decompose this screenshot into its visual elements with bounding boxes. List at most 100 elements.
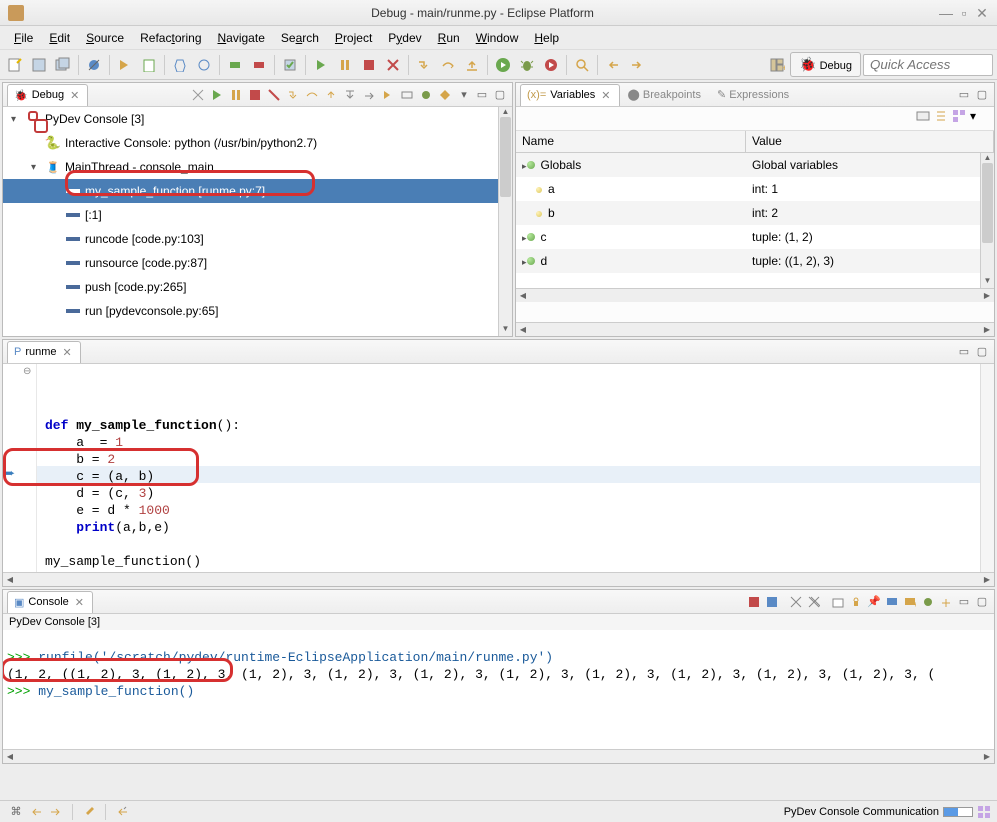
variable-row[interactable]: ▸ctuple: (1, 2) bbox=[516, 225, 994, 249]
dbg-suspend-button[interactable] bbox=[227, 86, 245, 104]
manage-exceptions-button[interactable] bbox=[169, 54, 191, 76]
pin-console-button[interactable]: 📌 bbox=[866, 594, 882, 610]
maximize-button[interactable]: ▫ bbox=[957, 6, 971, 20]
property-traces-button[interactable] bbox=[193, 54, 215, 76]
use-step-filters-button[interactable] bbox=[360, 86, 378, 104]
dbg-step-into-button[interactable] bbox=[284, 86, 302, 104]
scroll-left-icon[interactable]: ◀ bbox=[3, 573, 17, 586]
scroll-right-icon[interactable]: ▶ bbox=[980, 323, 994, 336]
menu-project[interactable]: Project bbox=[327, 28, 380, 48]
maximize-view-button[interactable]: ▢ bbox=[974, 594, 990, 610]
debug-tree-item[interactable]: run [pydevconsole.py:65] bbox=[3, 299, 512, 323]
new-console-button[interactable]: + bbox=[902, 594, 918, 610]
next-annot-button[interactable] bbox=[626, 54, 648, 76]
minimize-view-button[interactable]: ▭ bbox=[474, 87, 490, 103]
validate-button[interactable] bbox=[279, 54, 301, 76]
minimize-view-button[interactable]: ▭ bbox=[956, 344, 972, 360]
variables-tab[interactable]: (x)= Variables ✕ bbox=[520, 84, 620, 106]
variable-row[interactable]: ▸dtuple: ((1, 2), 3) bbox=[516, 249, 994, 273]
menu-search[interactable]: Search bbox=[273, 28, 327, 48]
debug-tree-item[interactable]: ▾PyDev Console [3] bbox=[3, 107, 512, 131]
close-icon[interactable]: ✕ bbox=[68, 89, 81, 102]
minimize-button[interactable]: — bbox=[939, 6, 953, 20]
console-save-button[interactable] bbox=[764, 594, 780, 610]
breakpoints-tab[interactable]: ⬤ Breakpoints bbox=[620, 88, 709, 101]
menu-refactoring[interactable]: Refactoring bbox=[132, 28, 209, 48]
debug-tree-item[interactable]: runcode [code.py:103] bbox=[3, 227, 512, 251]
show-type-names-button[interactable] bbox=[916, 109, 930, 128]
terminate-button[interactable] bbox=[358, 54, 380, 76]
scrollbar-vertical[interactable]: ▲ ▼ bbox=[498, 107, 512, 336]
set-next-button[interactable] bbox=[114, 54, 136, 76]
scroll-thumb[interactable] bbox=[500, 117, 511, 197]
debug-tree[interactable]: ▾PyDev Console [3]🐍Interactive Console: … bbox=[3, 107, 512, 336]
set-next-stmt-button[interactable] bbox=[379, 86, 397, 104]
save-button[interactable] bbox=[28, 54, 50, 76]
menu-run[interactable]: Run bbox=[430, 28, 468, 48]
step-into-button[interactable] bbox=[413, 54, 435, 76]
scroll-right-icon[interactable]: ▶ bbox=[980, 750, 994, 763]
console-terminate-button[interactable] bbox=[746, 594, 762, 610]
ext-tools-button[interactable] bbox=[540, 54, 562, 76]
scroll-left-icon[interactable]: ◀ bbox=[516, 323, 530, 336]
scroll-right-icon[interactable]: ▶ bbox=[980, 573, 994, 586]
next-edit-button[interactable] bbox=[79, 803, 99, 821]
show-debug-join-button[interactable] bbox=[920, 594, 936, 610]
step-over-button[interactable] bbox=[437, 54, 459, 76]
quick-access-input[interactable] bbox=[863, 54, 993, 76]
drop-to-frame-button[interactable] bbox=[341, 86, 359, 104]
maximize-view-button[interactable]: ▢ bbox=[492, 87, 508, 103]
menu-edit[interactable]: Edit bbox=[41, 28, 78, 48]
dbg-resume-button[interactable] bbox=[208, 86, 226, 104]
menu-help[interactable]: Help bbox=[526, 28, 567, 48]
collapse-all-button[interactable] bbox=[934, 109, 948, 128]
remove-all-button[interactable] bbox=[806, 594, 822, 610]
maximize-view-button[interactable]: ▢ bbox=[974, 344, 990, 360]
prev-annot-button[interactable] bbox=[602, 54, 624, 76]
scrollbar-horizontal[interactable]: ◀ ▶ bbox=[3, 749, 994, 763]
close-button[interactable]: ✕ bbox=[975, 6, 989, 20]
clear-console-button[interactable] bbox=[830, 594, 846, 610]
scrollbar-horizontal[interactable]: ◀ ▶ bbox=[516, 288, 994, 302]
debug-tree-item[interactable]: push [code.py:265] bbox=[3, 275, 512, 299]
scroll-left-icon[interactable]: ◀ bbox=[3, 750, 17, 763]
step-return-button[interactable] bbox=[461, 54, 483, 76]
menu-file[interactable]: File bbox=[6, 28, 41, 48]
debug-perspective-button[interactable]: 🐞 Debug bbox=[790, 52, 861, 77]
column-value[interactable]: Value bbox=[746, 131, 994, 152]
gevent-button[interactable] bbox=[417, 86, 435, 104]
scroll-lock-button[interactable] bbox=[848, 594, 864, 610]
variables-table[interactable]: Name Value ▸GlobalsGlobal variablesaint:… bbox=[516, 131, 994, 288]
close-icon[interactable]: ✕ bbox=[599, 89, 612, 102]
link-editor-button[interactable] bbox=[938, 594, 954, 610]
minimize-view-button[interactable]: ▭ bbox=[956, 594, 972, 610]
scrollbar-vertical[interactable]: ▲ ▼ bbox=[980, 153, 994, 288]
variable-row[interactable]: aint: 1 bbox=[516, 177, 994, 201]
view-menu-button[interactable]: ▾ bbox=[970, 109, 976, 128]
console-tab[interactable]: ▣ Console ✕ bbox=[7, 591, 93, 613]
debug-tree-item[interactable]: [:1] bbox=[3, 203, 512, 227]
dbg-step-over-button[interactable] bbox=[303, 86, 321, 104]
open-perspective-button[interactable]: + bbox=[766, 54, 788, 76]
scrollbar-horizontal-outer[interactable]: ◀ ▶ bbox=[516, 322, 994, 336]
code-text[interactable]: def my_sample_function(): a = 1 b = 2 c … bbox=[37, 364, 980, 572]
stop-server-button[interactable] bbox=[248, 54, 270, 76]
progress-details-button[interactable] bbox=[977, 805, 991, 819]
scroll-right-icon[interactable]: ▶ bbox=[980, 289, 994, 302]
back-button[interactable] bbox=[26, 803, 46, 821]
close-icon[interactable]: ✕ bbox=[73, 596, 86, 609]
debug-server-button[interactable] bbox=[224, 54, 246, 76]
overview-ruler[interactable] bbox=[980, 364, 994, 572]
maximize-view-button[interactable]: ▢ bbox=[974, 87, 990, 103]
close-icon[interactable]: ✕ bbox=[61, 346, 74, 359]
scroll-down-icon[interactable]: ▼ bbox=[499, 324, 512, 336]
debug-tree-item[interactable]: runsource [code.py:87] bbox=[3, 251, 512, 275]
run-button[interactable] bbox=[492, 54, 514, 76]
skip-breakpoints-button[interactable] bbox=[83, 54, 105, 76]
dbg-step-return-button[interactable] bbox=[322, 86, 340, 104]
suspend-button[interactable] bbox=[334, 54, 356, 76]
menu-source[interactable]: Source bbox=[78, 28, 132, 48]
disconnect-button[interactable] bbox=[382, 54, 404, 76]
scroll-left-icon[interactable]: ◀ bbox=[516, 289, 530, 302]
select-process-button[interactable] bbox=[398, 86, 416, 104]
